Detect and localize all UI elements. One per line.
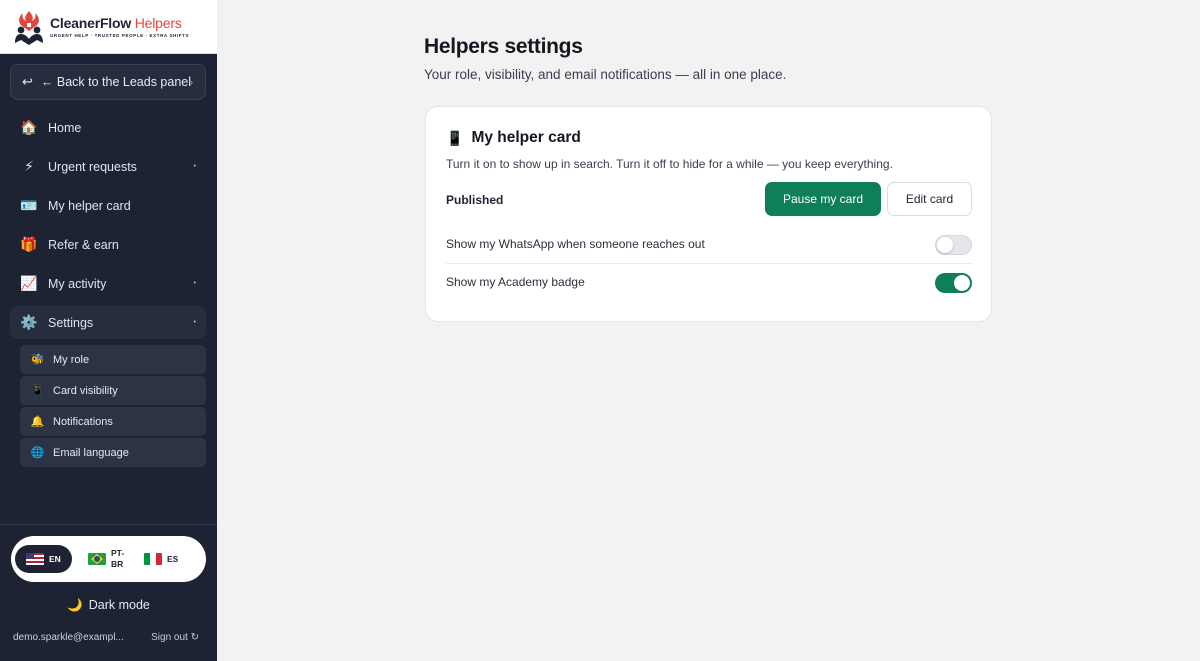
logo-icon bbox=[13, 9, 45, 45]
subnav-item-card-visibility[interactable]: 📱 Card visibility bbox=[20, 376, 206, 405]
globe-icon: 🌐 bbox=[30, 447, 45, 459]
brazil-flag-icon bbox=[88, 553, 106, 565]
sidebar-item-label: My activity bbox=[48, 276, 107, 291]
language-switcher: EN PT- BR ES bbox=[11, 536, 206, 582]
brand-name: CleanerFlow Helpers bbox=[50, 15, 182, 31]
lightning-icon: ⚡ bbox=[24, 158, 34, 174]
sidebar-item-label: Urgent requests bbox=[48, 159, 137, 174]
dark-mode-toggle[interactable]: 🌙 Dark mode bbox=[0, 598, 217, 613]
phone-icon: 📱 bbox=[446, 129, 464, 146]
sidebar-item-urgent-requests[interactable]: ⚡ Urgent requests • bbox=[10, 150, 206, 183]
language-code: PT- BR bbox=[111, 548, 125, 569]
user-email: demo.sparkle@exampl... bbox=[13, 632, 124, 643]
subnav-item-email-language[interactable]: 🌐 Email language bbox=[20, 438, 206, 467]
language-code: EN bbox=[49, 554, 61, 564]
card-title: 📱 My helper card bbox=[446, 129, 581, 147]
sidebar-item-home[interactable]: 🏠 Home bbox=[10, 111, 206, 144]
sidebar-footer: demo.sparkle@exampl... Sign out ↻ bbox=[13, 632, 199, 643]
page-title: Helpers settings bbox=[424, 35, 583, 58]
whatsapp-setting-label: Show my WhatsApp when someone reaches ou… bbox=[446, 237, 705, 251]
edit-card-button[interactable]: Edit card bbox=[887, 182, 972, 216]
pause-card-button[interactable]: Pause my card bbox=[765, 182, 881, 216]
subnav-item-label: Notifications bbox=[53, 415, 113, 428]
academy-badge-setting-label: Show my Academy badge bbox=[446, 275, 585, 289]
language-option-en[interactable]: EN bbox=[15, 545, 72, 573]
return-arrow-icon: ↩ bbox=[22, 74, 33, 89]
expand-indicator-icon: • bbox=[193, 319, 196, 326]
back-button-label: ← Back to the Leads panel bbox=[40, 75, 192, 89]
language-option-es[interactable]: ES bbox=[140, 545, 178, 573]
card-title-text: My helper card bbox=[471, 129, 581, 146]
moon-icon: 🌙 bbox=[67, 598, 83, 612]
subnav-item-label: Email language bbox=[53, 446, 129, 459]
brand-tagline: URGENT HELP · TRUSTED PEOPLE · EXTRA SHI… bbox=[50, 33, 190, 38]
sidebar-item-refer-earn[interactable]: 🎁 Refer & earn bbox=[10, 228, 206, 261]
subnav-item-label: Card visibility bbox=[53, 384, 118, 397]
card-description: Turn it on to show up in search. Turn it… bbox=[446, 157, 893, 171]
gift-icon: 🎁 bbox=[20, 236, 38, 252]
sidebar-nav: 🏠 Home ⚡ Urgent requests • 🪪 My helper c… bbox=[10, 111, 206, 345]
sign-out-label: Sign out bbox=[151, 632, 188, 643]
expand-indicator-icon: • bbox=[193, 280, 196, 287]
us-flag-icon bbox=[26, 553, 44, 565]
sidebar-item-label: Settings bbox=[48, 315, 94, 330]
subnav-item-label: My role bbox=[53, 353, 90, 366]
language-code: ES bbox=[167, 554, 179, 564]
sidebar-item-label: My helper card bbox=[48, 198, 131, 213]
subnav-item-my-role[interactable]: 🐝 My role bbox=[20, 345, 206, 374]
dark-mode-label: Dark mode bbox=[88, 598, 150, 612]
chevron-right-icon: › bbox=[190, 77, 193, 87]
row-divider bbox=[446, 263, 972, 264]
bee-icon: 🐝 bbox=[30, 354, 45, 366]
gear-icon: ⚙️ bbox=[20, 314, 38, 330]
sidebar-item-settings[interactable]: ⚙️ Settings • bbox=[10, 306, 206, 339]
status-label: Published bbox=[446, 193, 504, 207]
bell-icon: 🔔 bbox=[30, 416, 45, 428]
toggle-knob bbox=[937, 237, 953, 253]
chart-icon: 📈 bbox=[20, 275, 38, 291]
sign-out-button[interactable]: Sign out ↻ bbox=[151, 632, 199, 643]
settings-subnav: 🐝 My role 📱 Card visibility 🔔 Notificati… bbox=[20, 345, 206, 469]
flag-icon bbox=[144, 553, 162, 565]
phone-icon: 📱 bbox=[30, 385, 45, 397]
id-card-icon: 🪪 bbox=[20, 197, 38, 213]
refresh-icon: ↻ bbox=[190, 632, 199, 643]
language-option-pt-br[interactable]: PT- BR bbox=[74, 545, 140, 573]
whatsapp-toggle[interactable] bbox=[935, 235, 972, 255]
brand-logo[interactable]: CleanerFlow Helpers URGENT HELP · TRUSTE… bbox=[0, 0, 217, 54]
sidebar: CleanerFlow Helpers URGENT HELP · TRUSTE… bbox=[0, 0, 217, 661]
back-to-leads-button[interactable]: ↩ ← Back to the Leads panel › bbox=[10, 64, 206, 100]
page-subtitle: Your role, visibility, and email notific… bbox=[424, 67, 787, 82]
sidebar-item-label: Refer & earn bbox=[48, 237, 119, 252]
sidebar-divider bbox=[0, 524, 217, 525]
sidebar-item-label: Home bbox=[48, 120, 82, 135]
sidebar-item-my-helper-card[interactable]: 🪪 My helper card bbox=[10, 189, 206, 222]
sidebar-item-my-activity[interactable]: 📈 My activity • bbox=[10, 267, 206, 300]
expand-indicator-icon: • bbox=[193, 163, 196, 170]
home-icon: 🏠 bbox=[20, 119, 38, 135]
subnav-item-notifications[interactable]: 🔔 Notifications bbox=[20, 407, 206, 436]
helper-card-panel: 📱 My helper card Turn it on to show up i… bbox=[425, 106, 992, 322]
academy-badge-toggle[interactable] bbox=[935, 273, 972, 293]
toggle-knob bbox=[954, 275, 970, 291]
